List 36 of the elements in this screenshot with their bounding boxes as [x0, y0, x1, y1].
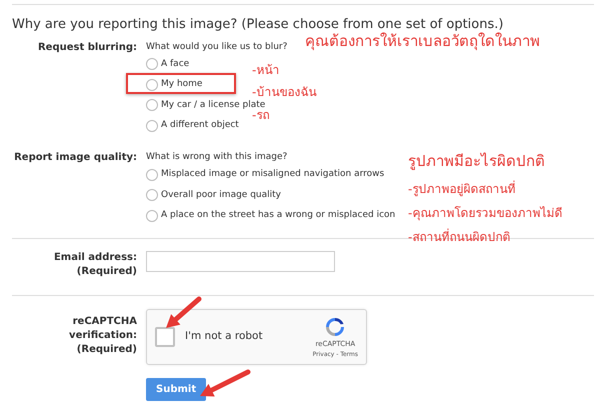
option-label[interactable]: A place on the street has a wrong or misplaced icon — [161, 209, 396, 222]
annotation-text: -สถานที่ถนนผิดปกติ — [408, 231, 510, 243]
radio-button[interactable] — [146, 99, 158, 112]
option-label[interactable]: Overall poor image quality — [161, 188, 281, 202]
option-label[interactable]: A face — [161, 58, 190, 71]
radio-button[interactable] — [146, 78, 158, 91]
field-label: Email address: — [52, 251, 137, 265]
annotation-text: -รูปภาพอยู่ผิดสถานที่ — [408, 183, 516, 195]
question-prompt: What is wrong with this image? — [146, 151, 288, 164]
email-input[interactable] — [146, 251, 335, 272]
field-label: Request blurring: — [36, 40, 137, 54]
question-heading: Why are you reporting this image? (Please choose from one set of options.) — [12, 16, 504, 32]
option-label[interactable]: Misplaced image or misaligned navigation arrows — [161, 168, 384, 182]
radio-button[interactable] — [146, 189, 158, 202]
annotation-text: -หน้า — [252, 64, 280, 76]
radio-button[interactable] — [146, 58, 158, 70]
required-note: (Required) — [76, 265, 137, 279]
radio-button[interactable] — [146, 168, 158, 181]
required-note: (Required) — [76, 343, 137, 357]
question-prompt: What would you like us to blur? — [146, 40, 288, 54]
annotation-text: -บ้านของฉัน — [252, 86, 316, 98]
radio-button[interactable] — [146, 210, 158, 222]
annotation-text: รูปภาพมีอะไรผิดปกติ — [408, 154, 545, 169]
checkbox-label: I'm not a robot — [185, 329, 264, 344]
option-label[interactable]: A different object — [161, 119, 239, 132]
arrow — [200, 370, 250, 396]
option-label[interactable]: My home — [161, 78, 202, 92]
annotation-text: -รถ — [252, 109, 270, 121]
checkbox[interactable] — [155, 327, 175, 347]
annotation-text: -คุณภาพโดยรวมของภาพไม่ดี — [408, 207, 562, 219]
arrow — [166, 296, 202, 328]
annotation-text: คุณต้องการให้เราเบลอวัตถุใดในภาพ — [305, 34, 540, 49]
field-label: reCAPTCHA verification: — [68, 315, 137, 343]
option-label[interactable]: My car / a license plate — [161, 98, 266, 112]
field-label: Report image quality: — [13, 151, 137, 165]
radio-button[interactable] — [146, 120, 158, 132]
